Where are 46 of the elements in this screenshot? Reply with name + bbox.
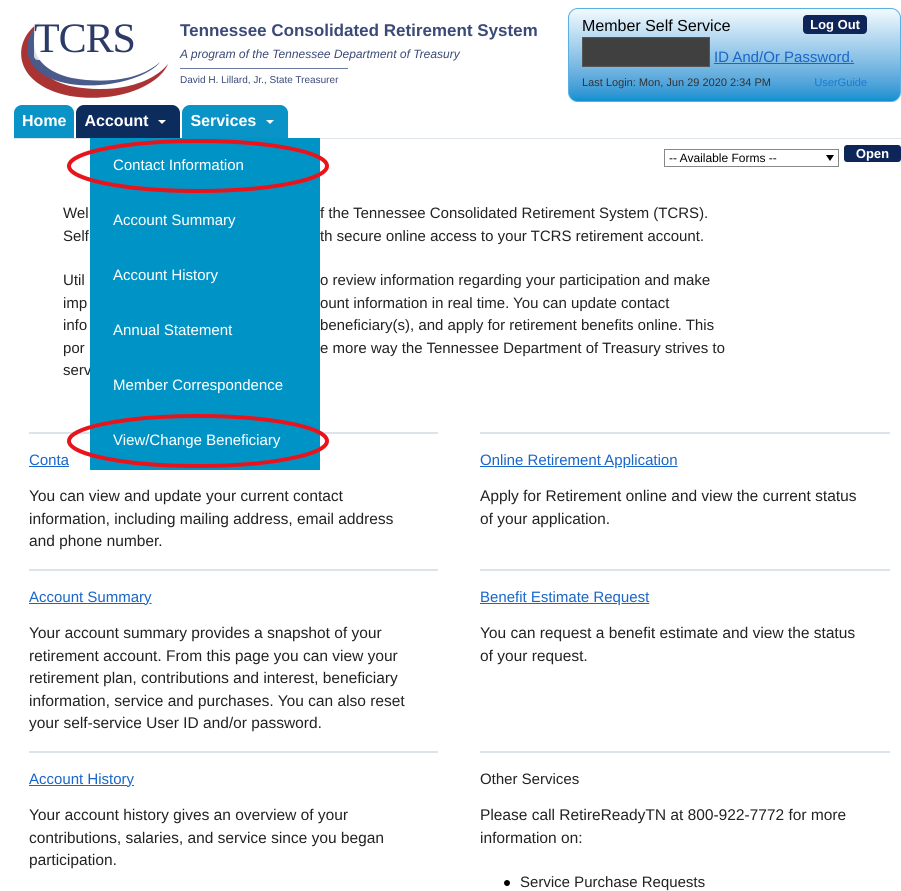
section-link[interactable]: Conta xyxy=(29,452,70,468)
menu-item[interactable]: Member Correspondence xyxy=(90,368,320,423)
section-link[interactable]: Account History xyxy=(29,770,134,788)
intro-text: imp xyxy=(63,294,88,314)
intro-text: info xyxy=(63,316,88,336)
intro-text: Self xyxy=(63,226,89,246)
menu-item[interactable]: Account Summary xyxy=(90,203,320,258)
logout-button[interactable]: Log Out xyxy=(803,15,867,34)
caret-icon xyxy=(826,155,834,161)
menu-item[interactable]: Account History xyxy=(90,258,320,313)
menu-item[interactable]: View/Change Beneficiary xyxy=(90,423,320,478)
section-description: You can request a benefit estimate and view the status of your request. xyxy=(480,624,856,666)
section-description: Please call RetireReadyTN at 800-922-7772 for more information on: xyxy=(480,806,848,848)
intro-text: por xyxy=(63,338,85,358)
bullet-icon xyxy=(504,880,510,886)
site-title: Tennessee Consolidated Retirement System xyxy=(180,20,538,42)
nav-tab[interactable]: Home xyxy=(14,105,74,138)
menu-item[interactable]: Annual Statement xyxy=(90,313,320,368)
menu-item[interactable]: Contact Information xyxy=(90,148,320,203)
intro-text: ount information in real time. You can update contact xyxy=(320,294,670,314)
treasurer-text: David H. Lillard, Jr., State Treasurer xyxy=(180,74,340,88)
section-description: Apply for Retirement online and view the current status of your application. xyxy=(480,487,858,530)
section-description: You can view and update your current contact information, including mailing address, email address and phone number. xyxy=(29,487,394,552)
password-link[interactable]: ID And/Or Password. xyxy=(714,50,854,65)
nav-tab[interactable]: Account xyxy=(76,105,180,138)
section-description: Your account history gives an overview of your contributions, salaries, and service since you began participation. xyxy=(29,806,385,871)
intro-text: beneficiary(s), and apply for retirement benefits online. This xyxy=(320,316,714,336)
intro-text: serv xyxy=(63,361,92,381)
list-item-text: Service Purchase Requests xyxy=(520,873,706,891)
section-link[interactable]: Online Retirement Application xyxy=(480,452,678,468)
intro-text: e more way the Tennessee Department of Treasury strives to xyxy=(320,338,725,358)
intro-text: f the Tennessee Consolidated Retirement System (TCRS). xyxy=(320,204,708,224)
open-button[interactable]: Open xyxy=(844,145,901,162)
forms-dropdown[interactable]: -- Available Forms -- xyxy=(664,149,839,167)
intro-text: th secure online access to your TCRS retirement account. xyxy=(320,226,704,246)
section-description: Your account summary provides a snapshot of your retirement account. From this page you can view your retirement plan, contributions and interest, beneficiary information, service and purchases. You can also reset your self-service User ID and/or password. xyxy=(29,624,406,734)
intro-text: Util xyxy=(63,271,85,291)
intro-text: Wel xyxy=(63,204,89,224)
intro-text: o review information regarding your participation and make xyxy=(320,271,710,291)
section-heading: Other Services xyxy=(480,770,580,790)
panel-title: Member Self Service xyxy=(582,17,730,37)
last-login-text: Last Login: Mon, Jun 29 2020 2:34 PM xyxy=(582,76,771,91)
site-subtitle: A program of the Tennessee Department of Treasury xyxy=(180,46,462,62)
nav-tab[interactable]: Services xyxy=(182,105,288,138)
section-link[interactable]: Benefit Estimate Request xyxy=(480,588,650,606)
section-link[interactable]: Account Summary xyxy=(29,588,152,606)
